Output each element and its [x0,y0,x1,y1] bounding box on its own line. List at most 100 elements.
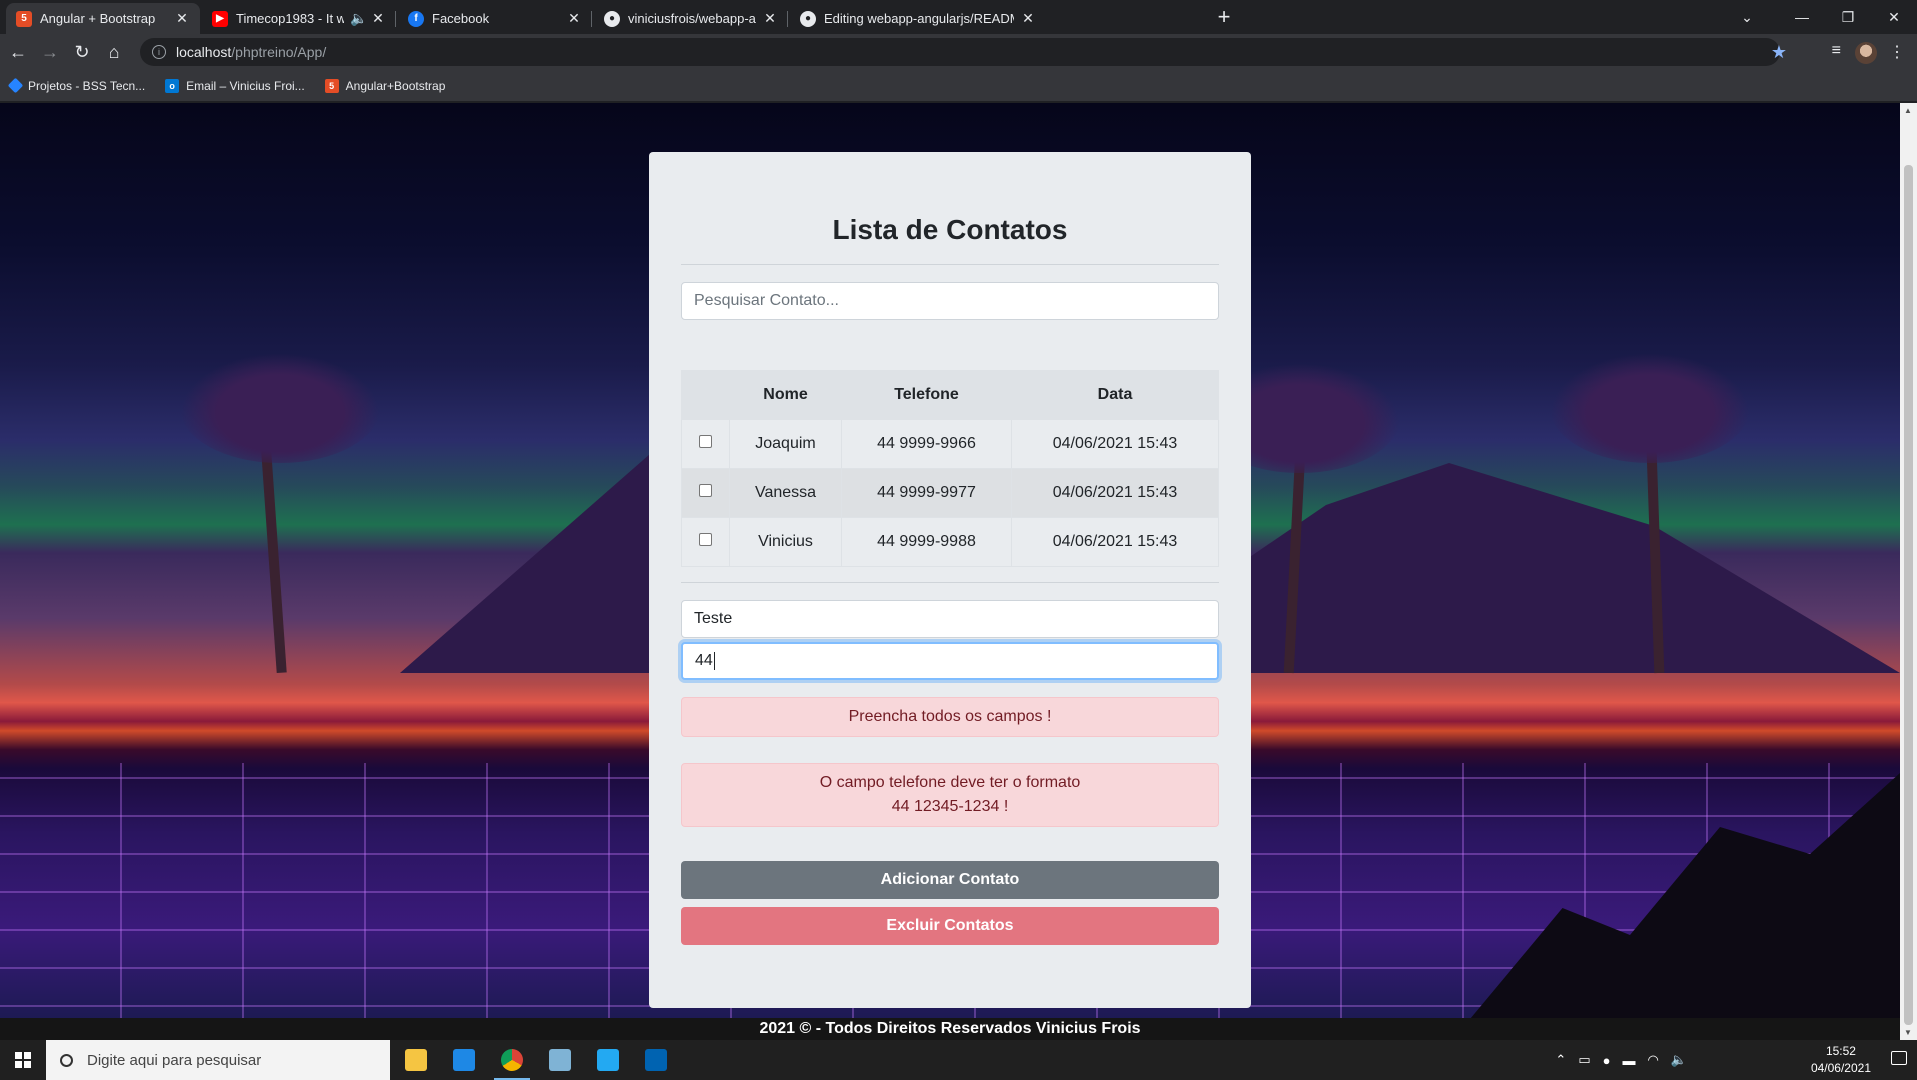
row-checkbox-cell [681,419,730,469]
search-contact-input[interactable] [681,282,1219,320]
windows-logo-icon [15,1052,31,1068]
bookmark-angular-bootstrap[interactable]: 5 Angular+Bootstrap [324,78,445,93]
vscode-icon [597,1049,619,1071]
row-checkbox-cell [681,517,730,567]
bookmark-label: Email – Vinicius Froi... [186,78,305,93]
tab-github-repo[interactable]: ● viniciusfrois/webapp-angularjs ✕ [594,3,788,34]
divider [681,582,1219,583]
chrome-icon [501,1049,523,1071]
vscode-app[interactable] [584,1040,632,1080]
alert-required-fields: Preencha todos os campos ! [681,697,1219,737]
taskbar-search[interactable]: Digite aqui para pesquisar [46,1040,390,1080]
site-info-icon[interactable]: i [152,45,166,59]
text-caret [713,652,715,670]
close-tab-icon[interactable]: ✕ [566,10,582,27]
minimize-button[interactable]: — [1779,0,1825,34]
tab-youtube[interactable]: ▶ Timecop1983 - It was only a 🔈 ✕ [202,3,396,34]
divider [681,264,1219,265]
notification-icon[interactable] [1891,1051,1907,1065]
microphone-icon[interactable]: ● [1603,1053,1611,1068]
tab-title: viniciusfrois/webapp-angularjs [628,11,756,26]
table-row: Vinicius 44 9999-9988 04/06/2021 15:43 [681,517,1219,567]
clock-date: 04/06/2021 [1810,1061,1871,1075]
taskbar-clock[interactable]: 15:52 04/06/2021 [1811,1043,1871,1077]
bookmark-star-icon[interactable]: ★ [1771,42,1787,63]
taskbar-search-placeholder: Digite aqui para pesquisar [87,1051,262,1069]
folder-icon [405,1049,427,1071]
bookmark-email[interactable]: o Email – Vinicius Froi... [165,78,305,93]
forward-arrow-icon[interactable]: → [38,40,62,64]
file-explorer-app[interactable] [392,1040,440,1080]
notepad-app[interactable] [536,1040,584,1080]
tab-title: Timecop1983 - It was only a [236,11,344,26]
delete-contacts-button[interactable]: Excluir Contatos [681,907,1219,945]
system-tray: ⌃ ▭ ● ▬ ◠ 🔈 [1555,1040,1687,1080]
page-footer: 2021 © - Todos Direitos Reservados Vinic… [0,1018,1900,1040]
scroll-up-arrow-icon[interactable]: ▲ [1904,106,1912,115]
photos-app[interactable] [632,1040,680,1080]
tab-separator [787,11,788,27]
cell-data: 04/06/2021 15:43 [1011,468,1219,518]
row-checkbox[interactable] [699,484,712,497]
network-device-icon[interactable]: ▭ [1578,1052,1590,1068]
wifi-icon[interactable]: ◠ [1647,1052,1658,1068]
youtube-icon: ▶ [212,10,228,27]
cell-telefone: 44 9999-9977 [841,468,1012,518]
back-arrow-icon[interactable]: ← [6,40,30,64]
address-bar[interactable]: i localhost/phptreino/App/ [140,38,1780,66]
close-tab-icon[interactable]: ✕ [1020,10,1036,27]
page-scrollbar[interactable]: ▲ ▼ [1900,103,1917,1040]
scroll-down-arrow-icon[interactable]: ▼ [1904,1028,1912,1037]
alert-text-line1: O campo telefone deve ter o formato [819,774,1081,791]
tab-angular-bootstrap[interactable]: 5 Angular + Bootstrap ✕ [6,3,200,34]
start-button[interactable] [0,1040,46,1080]
chrome-app[interactable] [488,1040,536,1080]
name-input[interactable]: Teste [681,600,1219,638]
close-tab-icon[interactable]: ✕ [762,10,778,27]
speaker-icon[interactable]: 🔈 [1671,1052,1687,1068]
bookmark-label: Projetos - BSS Tecn... [28,78,146,93]
tab-title: Angular + Bootstrap [40,11,156,26]
palm-tree [1550,353,1750,463]
tab-title: Facebook [432,11,490,26]
tab-github-editing[interactable]: ● Editing webapp-angularjs/READM ✕ [790,3,1194,34]
github-icon: ● [800,10,816,27]
tab-title: Editing webapp-angularjs/READM [824,11,1014,26]
phone-input[interactable]: 44 [681,642,1219,680]
scrollbar-thumb[interactable] [1904,165,1913,1025]
header-select [681,370,730,420]
add-contact-button[interactable]: Adicionar Contato [681,861,1219,899]
header-nome: Nome [729,370,842,420]
profile-avatar[interactable] [1855,42,1877,64]
jira-icon [7,77,24,94]
menu-kebab-icon[interactable]: ⋮ [1889,42,1905,62]
facebook-icon: f [408,10,424,27]
close-tab-icon[interactable]: ✕ [174,10,190,27]
battery-icon[interactable]: ▬ [1622,1053,1635,1068]
close-window-button[interactable]: ✕ [1871,0,1917,34]
close-tab-icon[interactable]: ✕ [370,10,386,27]
table-row: Vanessa 44 9999-9977 04/06/2021 15:43 [681,468,1219,518]
tab-search-icon[interactable]: ⌄ [1727,0,1767,34]
header-data: Data [1011,370,1219,420]
mail-app[interactable] [440,1040,488,1080]
row-checkbox[interactable] [699,435,712,448]
tab-facebook[interactable]: f Facebook ✕ [398,3,592,34]
reload-icon[interactable]: ↻ [70,40,94,64]
new-tab-button[interactable]: + [1212,6,1236,30]
html5-icon: 5 [16,10,32,27]
speaker-icon[interactable]: 🔈 [350,10,367,27]
reading-list-icon[interactable]: ≡ [1832,42,1841,60]
page-title: Lista de Contatos [832,214,1068,245]
chevron-up-icon[interactable]: ⌃ [1555,1052,1566,1068]
home-icon[interactable]: ⌂ [102,40,126,64]
clock-time: 15:52 [1825,1044,1856,1058]
row-checkbox[interactable] [699,533,712,546]
restore-button[interactable]: ❐ [1825,0,1871,34]
cell-telefone: 44 9999-9966 [841,419,1012,469]
bookmark-projetos[interactable]: Projetos - BSS Tecn... [7,77,146,94]
phone-input-value: 44 [695,652,713,669]
tab-separator [591,11,592,27]
windows-taskbar: Digite aqui para pesquisar ⌃ ▭ ● ▬ ◠ 🔈 1… [0,1040,1917,1080]
url-path: /phptreino/App/ [231,44,327,60]
